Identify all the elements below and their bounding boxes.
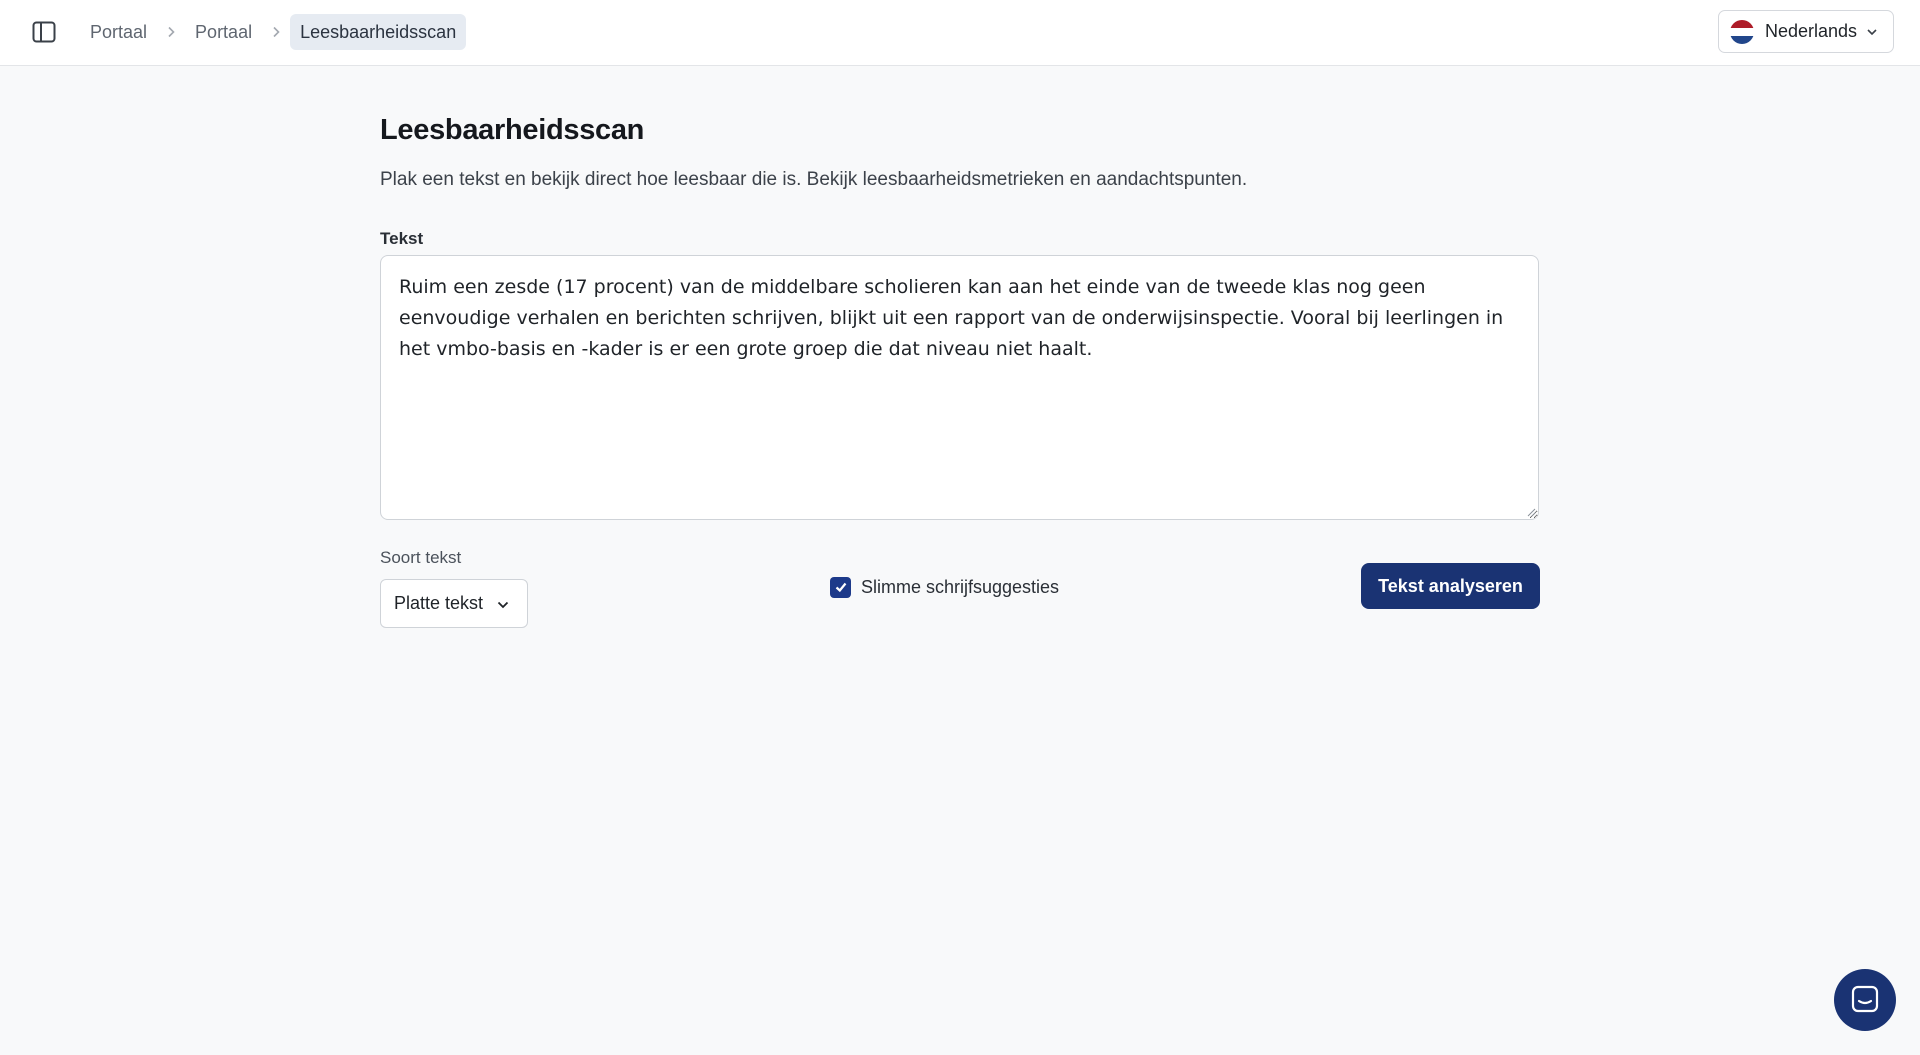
language-select[interactable]: Nederlands: [1718, 10, 1894, 53]
main-content: Leesbaarheidsscan Plak een tekst en beki…: [380, 110, 1540, 628]
chevron-right-icon: [262, 14, 290, 50]
checkmark-icon: [835, 582, 846, 593]
sidebar-toggle-button[interactable]: [30, 19, 58, 45]
smart-suggestions-option: Slimme schrijfsuggesties: [830, 575, 1059, 599]
text-type-select[interactable]: Platte tekst: [380, 579, 528, 628]
page-title: Leesbaarheidsscan: [380, 114, 645, 146]
text-type-value: Platte tekst: [394, 593, 484, 613]
chat-icon: [1851, 985, 1879, 1013]
language-label: Nederlands: [1765, 21, 1858, 41]
breadcrumb-current: Leesbaarheidsscan: [290, 14, 467, 50]
text-input[interactable]: Ruim een zesde (17 procent) van de midde…: [380, 255, 1539, 520]
top-bar: Portaal Portaal Leesbaarheidsscan Nederl…: [0, 0, 1920, 66]
smart-suggestions-checkbox[interactable]: [830, 576, 851, 598]
resize-handle-icon[interactable]: [1526, 507, 1536, 517]
chevron-right-icon: [157, 14, 185, 50]
chevron-down-icon: [497, 601, 509, 609]
breadcrumb-item-portaal-2[interactable]: Portaal: [185, 14, 262, 50]
chat-launcher-button[interactable]: [1834, 969, 1896, 1031]
netherlands-flag-icon: [1730, 19, 1754, 44]
sidebar-toggle-icon: [32, 21, 56, 43]
analyze-text-button[interactable]: Tekst analyseren: [1361, 563, 1540, 609]
page-description: Plak een tekst en bekijk direct hoe lees…: [380, 169, 1248, 190]
breadcrumb: Portaal Portaal Leesbaarheidsscan: [80, 14, 467, 50]
text-field-label: Tekst: [380, 229, 424, 248]
breadcrumb-item-portaal-1[interactable]: Portaal: [80, 14, 157, 50]
text-type-label: Soort tekst: [380, 548, 462, 567]
smart-suggestions-label[interactable]: Slimme schrijfsuggesties: [861, 577, 1059, 598]
chevron-down-icon: [1867, 29, 1877, 36]
